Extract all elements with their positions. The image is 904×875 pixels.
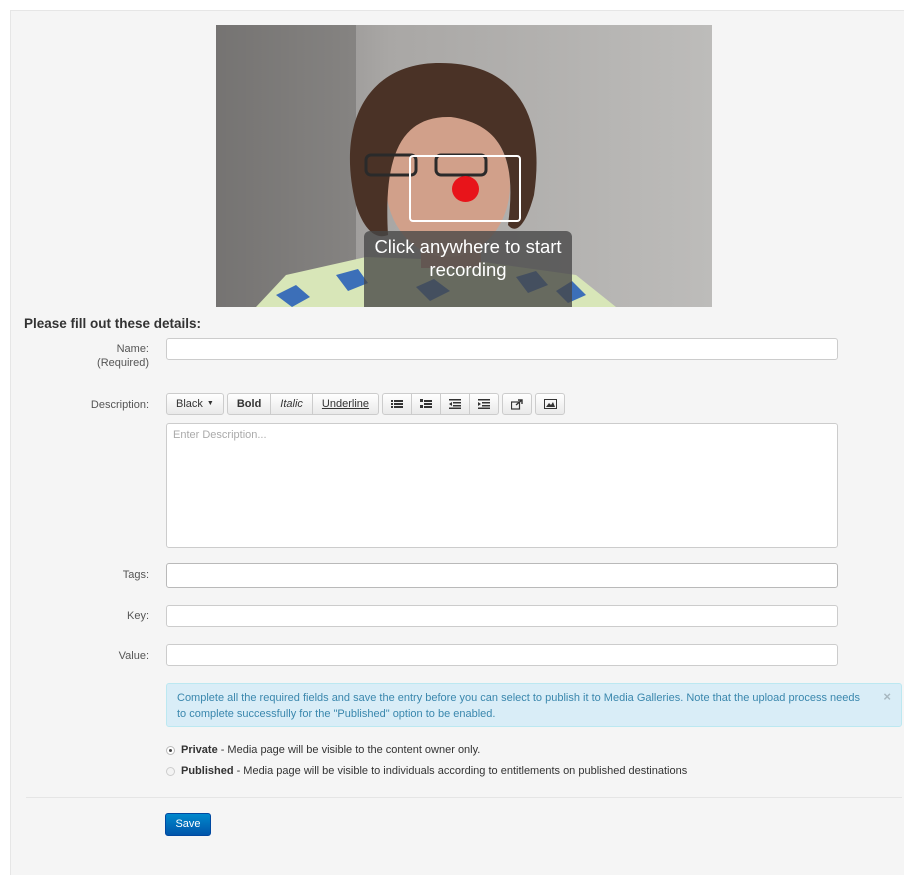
record-hint: Click anywhere to start recording <box>364 231 572 307</box>
image-icon <box>543 399 557 409</box>
ordered-list-icon <box>420 399 433 408</box>
indent-icon <box>478 399 491 409</box>
publish-info-text: Complete all the required fields and sav… <box>177 692 861 720</box>
description-label: Description: <box>90 399 149 411</box>
tags-label: Tags: <box>122 569 149 581</box>
ordered-list-button[interactable] <box>411 393 442 415</box>
outdent-button[interactable] <box>440 393 471 415</box>
upload-panel: Click anywhere to start recording Please… <box>10 10 904 875</box>
published-option-desc: - Media page will be visible to individu… <box>236 765 688 777</box>
published-option[interactable]: Published - Media page will be visible t… <box>166 765 687 777</box>
value-input[interactable] <box>166 644 838 666</box>
publish-info-alert: Complete all the required fields and sav… <box>166 683 902 727</box>
form-divider <box>26 797 902 798</box>
tags-input[interactable] <box>166 563 838 588</box>
italic-button[interactable]: Italic <box>270 393 313 415</box>
bold-button[interactable]: Bold <box>226 393 272 415</box>
caret-down-icon: ▼ <box>206 400 214 407</box>
font-color-label: Black <box>176 398 203 410</box>
underline-button[interactable]: Underline <box>311 393 380 415</box>
form-title: Please fill out these details: <box>24 316 202 331</box>
key-input[interactable] <box>166 605 838 627</box>
name-label: Name: (Required) <box>97 342 149 370</box>
description-textarea[interactable]: Enter Description... <box>166 423 838 548</box>
indent-button[interactable] <box>469 393 500 415</box>
value-label: Value: <box>118 650 149 662</box>
name-required-text: (Required) <box>97 357 149 369</box>
published-option-label: Published <box>181 765 234 777</box>
outdent-icon <box>449 399 462 409</box>
name-label-text: Name: <box>116 343 149 355</box>
close-icon[interactable]: × <box>883 689 891 705</box>
link-icon <box>511 398 523 410</box>
font-color-dropdown[interactable]: Black ▼ <box>166 393 224 415</box>
private-option-label: Private <box>181 744 218 756</box>
private-radio[interactable] <box>166 745 175 755</box>
record-icon <box>452 176 479 202</box>
published-radio[interactable] <box>166 766 175 776</box>
insert-image-button[interactable] <box>535 393 566 415</box>
key-label: Key: <box>126 610 149 622</box>
private-option[interactable]: Private - Media page will be visible to … <box>166 744 480 756</box>
record-button[interactable] <box>409 155 521 222</box>
unordered-list-icon <box>391 400 404 408</box>
private-option-desc: - Media page will be visible to the cont… <box>220 744 481 756</box>
editor-toolbar: Black ▼ Bold Italic Underline <box>166 393 568 415</box>
save-button[interactable]: Save <box>165 813 211 836</box>
webcam-preview[interactable]: Click anywhere to start recording <box>216 25 712 307</box>
insert-link-button[interactable] <box>502 393 533 415</box>
name-input[interactable] <box>166 338 838 360</box>
unordered-list-button[interactable] <box>382 393 413 415</box>
